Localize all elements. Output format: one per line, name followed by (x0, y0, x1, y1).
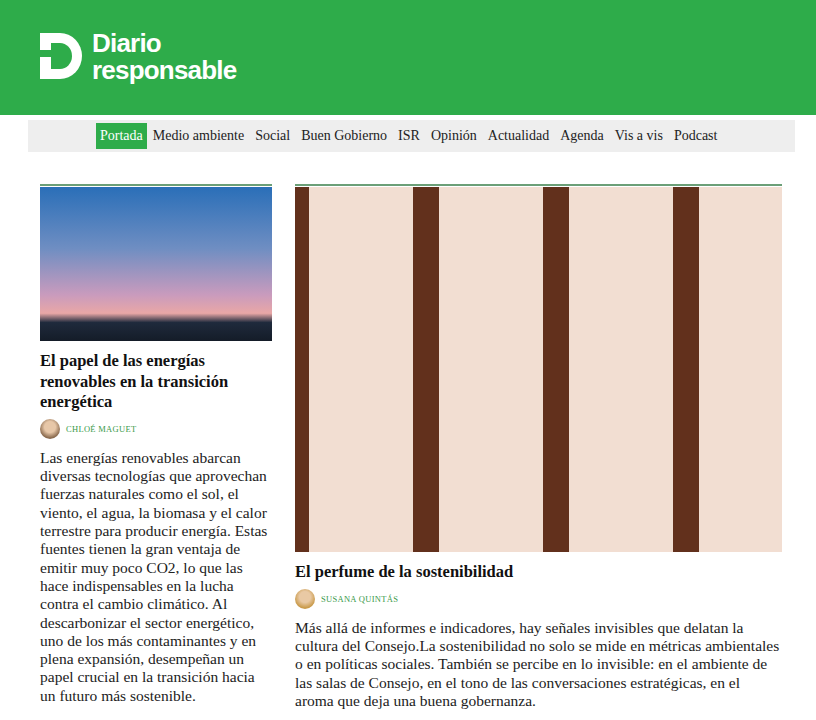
nav-item[interactable]: Medio ambiente (148, 123, 249, 149)
nav-item[interactable]: Actualidad (483, 123, 554, 149)
author-avatar-icon (295, 589, 315, 609)
article-photo[interactable] (40, 187, 272, 341)
side-article: El papel de las energías renovables en l… (40, 184, 272, 710)
article-excerpt: Las energías renovables abarcan diversas… (40, 449, 272, 705)
author-avatar-icon (40, 419, 60, 439)
nav-item[interactable]: Portada (96, 123, 147, 149)
nav-item[interactable]: ISR (393, 123, 425, 149)
logo-text: Diarioresponsable (92, 30, 236, 84)
author: CHLOÉ MAGUET (40, 419, 272, 439)
nav-item[interactable]: Agenda (555, 123, 609, 149)
nav-item[interactable]: Vis a vis (610, 123, 668, 149)
main-nav: PortadaMedio ambienteSocialBuen Gobierno… (28, 120, 795, 152)
logo-mark-icon (40, 33, 84, 79)
author: SUSANA QUINTÁS (295, 589, 782, 609)
site-header: Diarioresponsable (0, 0, 816, 115)
logo-line: responsable (92, 57, 236, 84)
nav-item[interactable]: Buen Gobierno (296, 123, 392, 149)
nav-item[interactable]: Opinión (426, 123, 482, 149)
nav-item[interactable]: Podcast (669, 123, 723, 149)
logo[interactable]: Diarioresponsable (40, 30, 776, 84)
article-photo[interactable] (295, 187, 782, 552)
article-title[interactable]: El papel de las energías renovables en l… (40, 351, 272, 413)
page: Diarioresponsable PortadaMedio ambienteSo… (0, 0, 816, 710)
article-title[interactable]: El perfume de la sostenibilidad (295, 562, 782, 583)
content: El papel de las energías renovables en l… (0, 152, 816, 710)
logo-line: Diario (92, 30, 236, 57)
nav-item[interactable]: Social (250, 123, 295, 149)
author-name[interactable]: SUSANA QUINTÁS (321, 594, 398, 604)
author-name[interactable]: CHLOÉ MAGUET (66, 424, 136, 434)
featured-article: El perfume de la sostenibilidad SUSANA QU… (295, 184, 782, 710)
article-excerpt: Más allá de informes e indicadores, hay … (295, 619, 782, 710)
